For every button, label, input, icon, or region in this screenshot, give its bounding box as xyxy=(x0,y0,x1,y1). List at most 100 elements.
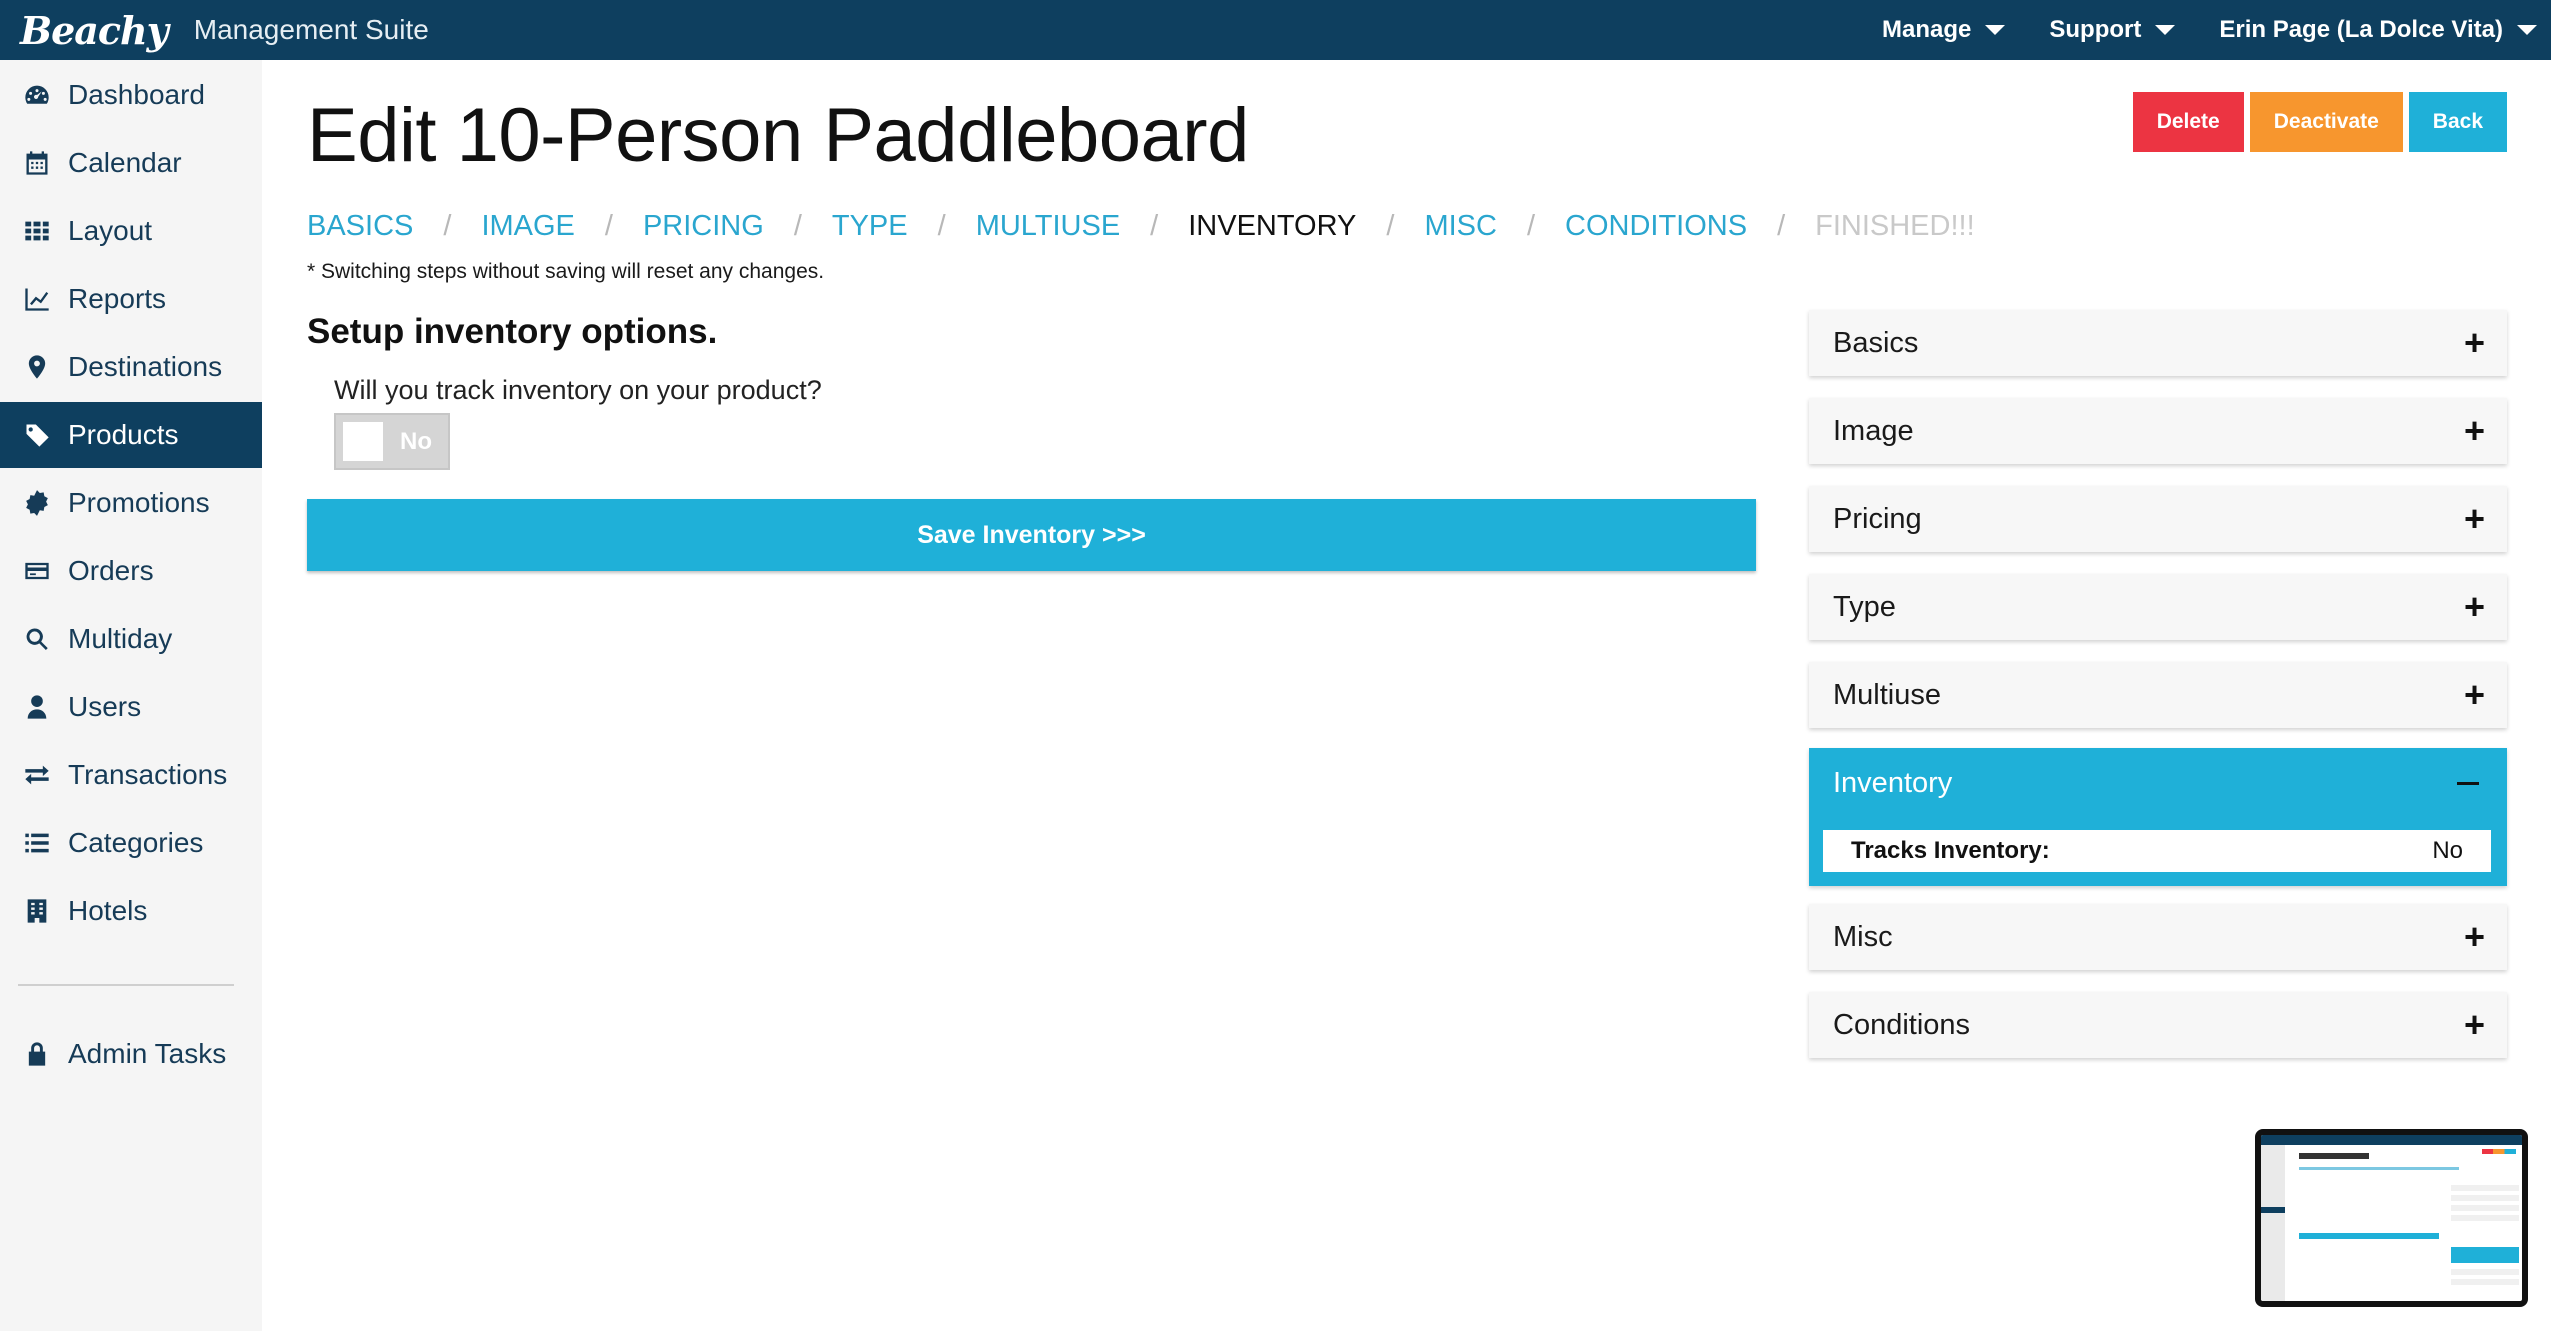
plus-icon: + xyxy=(2463,498,2485,539)
step-conditions[interactable]: CONDITIONS xyxy=(1565,210,1747,243)
sidebar-item-admin-tasks[interactable]: Admin Tasks xyxy=(0,1021,262,1087)
user-account-menu[interactable]: Erin Page (La Dolce Vita) xyxy=(2219,16,2537,44)
thumbnail-accordion xyxy=(2451,1195,2519,1201)
accordion-label: Misc xyxy=(1833,920,1893,953)
step-finished: FINISHED!!! xyxy=(1815,210,1975,242)
sidebar-item-label: Users xyxy=(68,691,142,722)
track-inventory-toggle[interactable]: No xyxy=(334,413,450,470)
calendar-icon xyxy=(22,148,52,178)
user-account-label: Erin Page (La Dolce Vita) xyxy=(2219,16,2503,43)
step-separator: / xyxy=(604,210,613,242)
sidebar-item-calendar[interactable]: Calendar xyxy=(0,130,262,196)
accordion-image[interactable]: Image + xyxy=(1809,398,2507,464)
dashboard-gauge-icon xyxy=(22,80,52,110)
exchange-arrows-icon xyxy=(22,760,52,790)
accordion-label: Inventory xyxy=(1833,766,1953,799)
accordion-label: Basics xyxy=(1833,326,1919,359)
step-image[interactable]: IMAGE xyxy=(481,210,574,243)
accordion-pricing[interactable]: Pricing + xyxy=(1809,486,2507,552)
plus-icon: + xyxy=(2463,586,2485,627)
accordion-conditions[interactable]: Conditions + xyxy=(1809,992,2507,1058)
grid-icon xyxy=(22,216,52,246)
app-logo[interactable]: Beachy xyxy=(20,8,169,53)
sidebar-item-dashboard[interactable]: Dashboard xyxy=(0,62,262,128)
support-menu[interactable]: Support xyxy=(2049,16,2176,44)
unsaved-changes-note: * Switching steps without saving will re… xyxy=(307,260,825,283)
top-nav-menu: Manage Support Erin Page (La Dolce Vita) xyxy=(1882,0,2551,60)
sidebar-item-layout[interactable]: Layout xyxy=(0,198,262,264)
step-inventory: INVENTORY xyxy=(1188,210,1357,242)
sidebar: Dashboard Calendar Layout Reports Destin… xyxy=(0,60,262,1331)
tag-icon xyxy=(22,420,52,450)
save-inventory-button[interactable]: Save Inventory >>> xyxy=(307,499,1756,571)
sidebar-item-transactions[interactable]: Transactions xyxy=(0,742,262,808)
step-separator: / xyxy=(1150,210,1159,242)
sidebar-item-reports[interactable]: Reports xyxy=(0,266,262,332)
accordion-label: Pricing xyxy=(1833,502,1922,535)
badge-icon xyxy=(22,488,52,518)
accordion-inventory-header[interactable]: Inventory xyxy=(1809,748,2507,818)
thumbnail-accordion xyxy=(2451,1269,2519,1275)
accordion-inventory: Inventory Tracks Inventory: No xyxy=(1809,748,2507,886)
thumbnail-title xyxy=(2299,1153,2369,1159)
user-icon xyxy=(22,692,52,722)
step-type[interactable]: TYPE xyxy=(832,210,908,243)
step-misc[interactable]: MISC xyxy=(1424,210,1497,243)
step-separator: / xyxy=(793,210,802,242)
thumbnail-sidebar-active xyxy=(2261,1207,2285,1213)
sidebar-item-label: Calendar xyxy=(68,147,182,178)
sidebar-item-destinations[interactable]: Destinations xyxy=(0,334,262,400)
step-pricing[interactable]: PRICING xyxy=(643,210,764,243)
screenshot-thumbnail[interactable] xyxy=(2255,1129,2528,1307)
track-inventory-question: Will you track inventory on your product… xyxy=(334,375,822,405)
sidebar-item-orders[interactable]: Orders xyxy=(0,538,262,604)
thumbnail-sidebar xyxy=(2261,1145,2285,1301)
sidebar-item-label: Products xyxy=(68,419,179,450)
thumbnail-accordion-open xyxy=(2451,1247,2519,1263)
accordion-misc[interactable]: Misc + xyxy=(1809,904,2507,970)
tracks-inventory-value: No xyxy=(2432,837,2463,864)
plus-icon: + xyxy=(2463,674,2485,715)
tracks-inventory-key: Tracks Inventory: xyxy=(1851,837,2050,864)
step-basics[interactable]: BASICS xyxy=(307,210,413,243)
sidebar-item-multiday[interactable]: Multiday xyxy=(0,606,262,672)
sidebar-item-label: Promotions xyxy=(68,487,210,518)
sidebar-item-promotions[interactable]: Promotions xyxy=(0,470,262,536)
plus-icon: + xyxy=(2463,410,2485,451)
minus-icon xyxy=(2457,781,2479,785)
toggle-state-label: No xyxy=(400,427,432,455)
credit-card-icon xyxy=(22,556,52,586)
sidebar-item-label: Destinations xyxy=(68,351,223,382)
back-button[interactable]: Back xyxy=(2408,92,2507,152)
section-title: Setup inventory options. xyxy=(307,312,718,351)
sidebar-item-categories[interactable]: Categories xyxy=(0,810,262,876)
thumbnail-accordion xyxy=(2451,1279,2519,1285)
map-pin-icon xyxy=(22,352,52,382)
step-separator: / xyxy=(1777,210,1786,242)
accordion-basics[interactable]: Basics + xyxy=(1809,310,2507,376)
list-icon xyxy=(22,828,52,858)
sidebar-item-users[interactable]: Users xyxy=(0,674,262,740)
thumbnail-accordion xyxy=(2451,1215,2519,1221)
support-menu-label: Support xyxy=(2049,16,2142,43)
delete-button[interactable]: Delete xyxy=(2132,92,2244,152)
sidebar-item-hotels[interactable]: Hotels xyxy=(0,878,262,944)
line-chart-icon xyxy=(22,284,52,314)
accordion-type[interactable]: Type + xyxy=(1809,574,2507,640)
thumbnail-accordion xyxy=(2451,1185,2519,1191)
sidebar-item-label: Categories xyxy=(68,827,204,858)
search-icon xyxy=(22,624,52,654)
step-separator: / xyxy=(1386,210,1395,242)
step-separator: / xyxy=(443,210,452,242)
sidebar-item-products[interactable]: Products xyxy=(0,402,262,468)
sidebar-item-label: Layout xyxy=(68,215,153,246)
plus-icon: + xyxy=(2463,916,2485,957)
thumbnail-accordion xyxy=(2451,1205,2519,1211)
sidebar-item-label: Dashboard xyxy=(68,79,205,110)
step-multiuse[interactable]: MULTIUSE xyxy=(976,210,1120,243)
accordion-label: Conditions xyxy=(1833,1008,1971,1041)
manage-menu[interactable]: Manage xyxy=(1882,16,2006,44)
plus-icon: + xyxy=(2463,1004,2485,1045)
deactivate-button[interactable]: Deactivate xyxy=(2249,92,2403,152)
accordion-multiuse[interactable]: Multiuse + xyxy=(1809,662,2507,728)
